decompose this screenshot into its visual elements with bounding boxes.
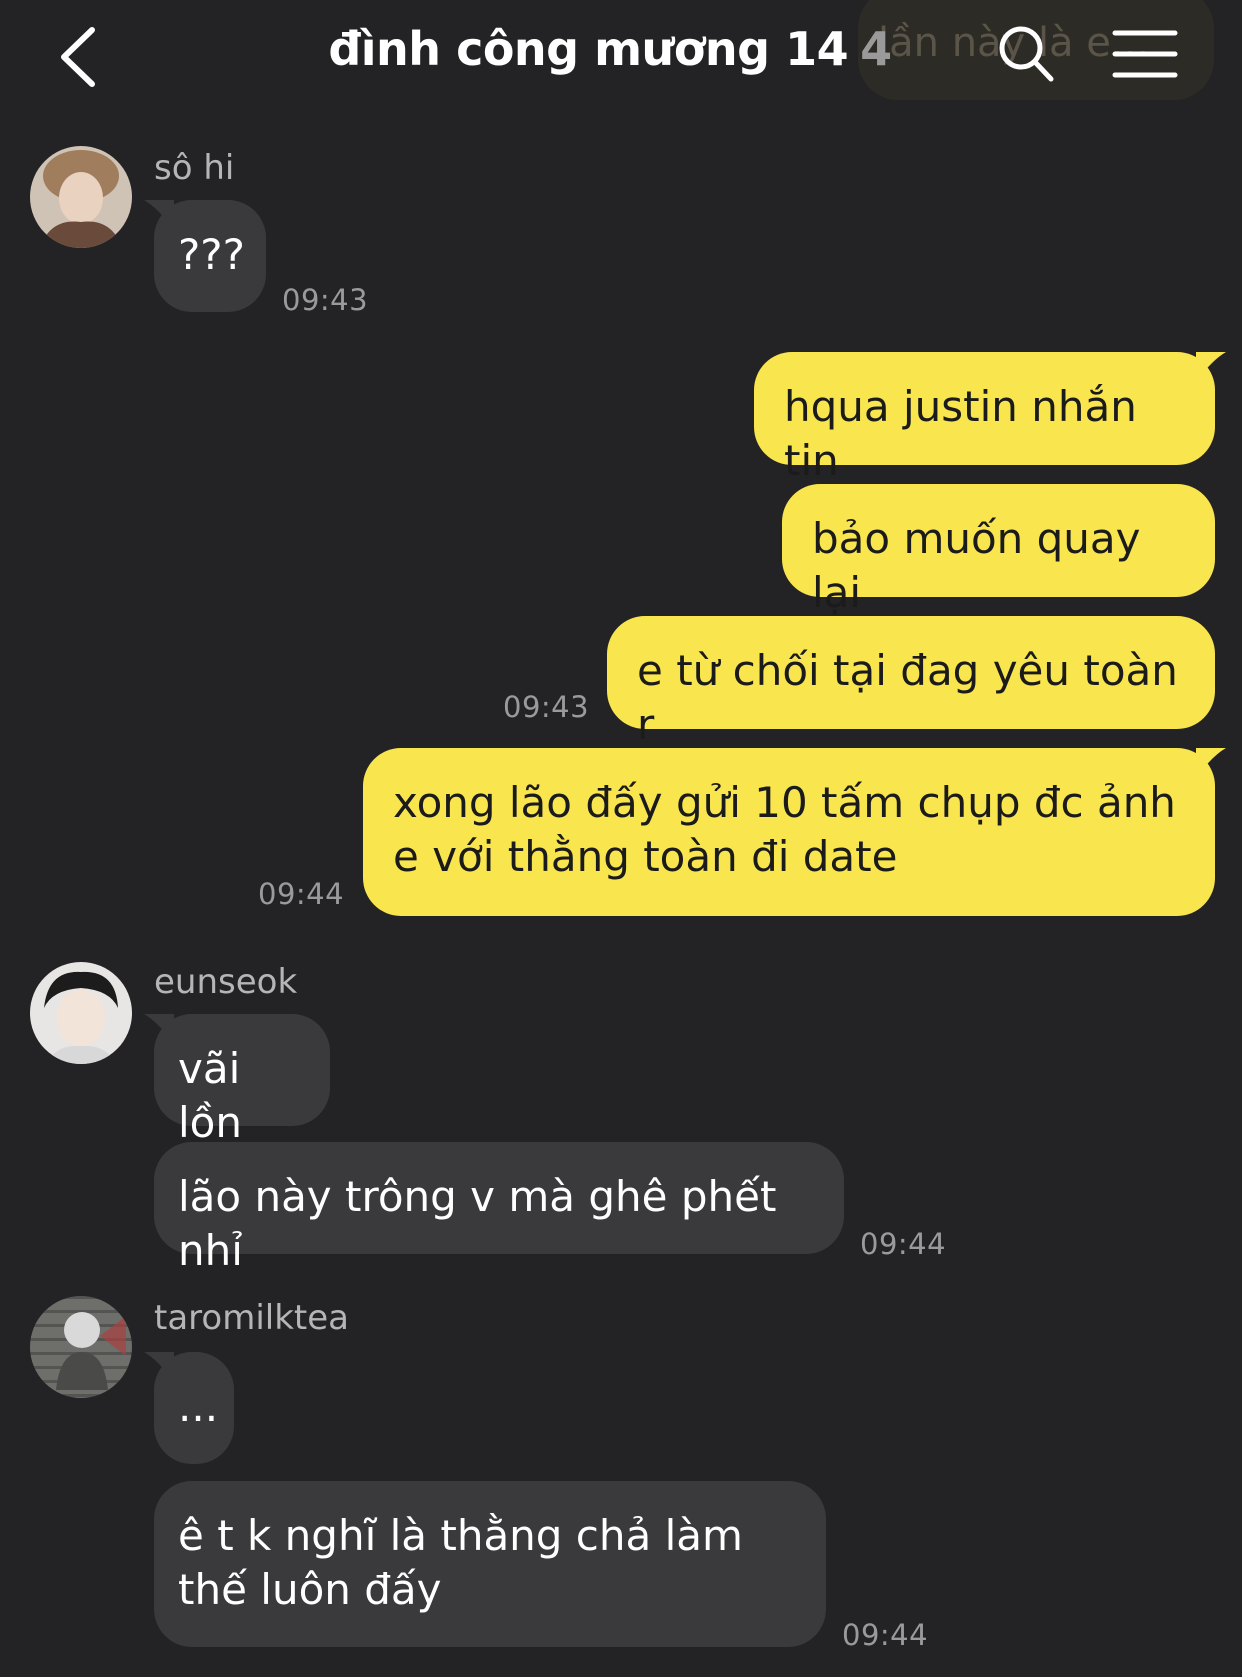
message-time: 09:43	[282, 283, 369, 317]
avatar-eunseok[interactable]	[30, 962, 132, 1064]
message-time: 09:44	[860, 1227, 947, 1261]
message-bubble-incoming[interactable]: lão này trông v mà ghê phết nhỉ	[154, 1142, 844, 1275]
message-bubble-outgoing[interactable]: bảo muốn quay lại	[782, 484, 1215, 617]
message-bubble-outgoing[interactable]: hqua justin nhắn tin	[754, 352, 1215, 485]
chat-header: lần này là e... đình công mương 14 4	[0, 0, 1242, 120]
sender-name: eunseok	[154, 962, 298, 1002]
message-time: 09:44	[842, 1618, 929, 1652]
back-button[interactable]	[54, 24, 114, 90]
avatar-so-hi[interactable]	[30, 146, 132, 248]
avatar-image	[30, 146, 132, 248]
search-icon	[999, 26, 1054, 82]
message-bubble-outgoing[interactable]: e từ chối tại đag yêu toàn r	[607, 616, 1215, 749]
menu-icon	[1112, 30, 1178, 78]
message-time: 09:44	[258, 877, 345, 911]
message-bubble-incoming[interactable]: ???	[154, 200, 266, 312]
chat-name: đình công mương 14	[328, 22, 849, 76]
menu-button[interactable]	[1112, 28, 1178, 80]
message-bubble-outgoing[interactable]: xong lão đấy gửi 10 tấm chụp đc ảnh e vớ…	[363, 748, 1215, 916]
message-bubble-incoming[interactable]: ...	[154, 1352, 234, 1464]
member-count: 4	[860, 22, 892, 76]
avatar-image	[30, 1296, 132, 1398]
back-icon	[61, 27, 95, 87]
avatar-image	[30, 962, 132, 1064]
sender-name: sô hi	[154, 148, 235, 188]
message-bubble-incoming[interactable]: vãi lồn	[154, 1014, 330, 1147]
sender-name: taromilktea	[154, 1298, 349, 1338]
avatar-taromilktea[interactable]	[30, 1296, 132, 1398]
message-bubble-incoming[interactable]: ê t k nghĩ là thằng chả làm thế luôn đấy	[154, 1481, 826, 1647]
chat-title: đình công mương 14 4	[300, 22, 920, 76]
search-button[interactable]	[996, 22, 1056, 86]
message-time: 09:43	[503, 690, 590, 724]
